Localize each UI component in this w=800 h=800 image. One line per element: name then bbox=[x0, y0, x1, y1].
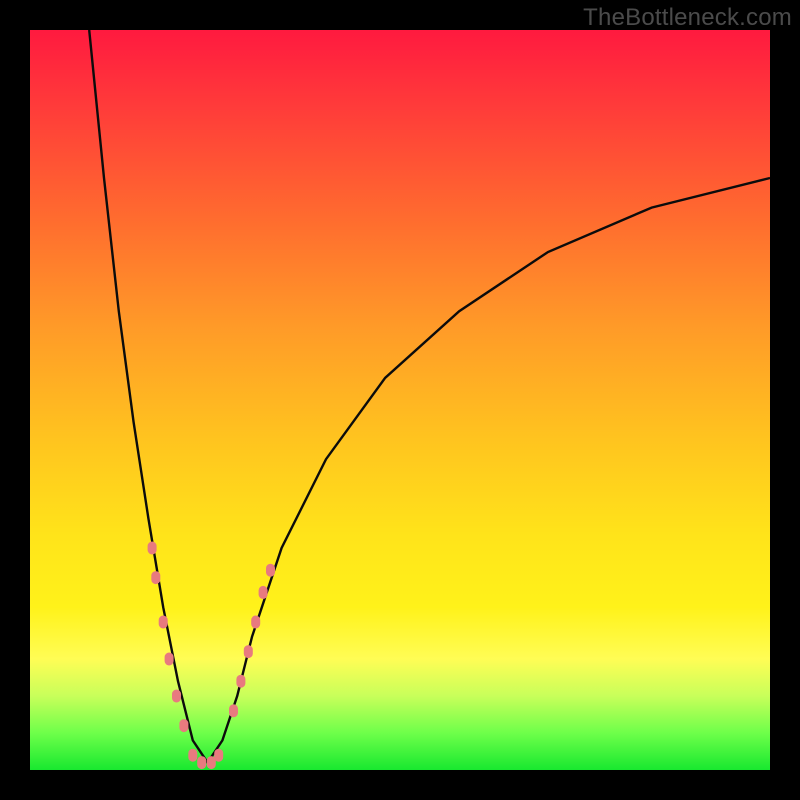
marker-point bbox=[229, 704, 238, 717]
watermark-text: TheBottleneck.com bbox=[583, 4, 792, 32]
marker-point bbox=[214, 749, 223, 762]
chart-svg bbox=[30, 30, 770, 770]
marker-point bbox=[244, 645, 253, 658]
marker-point bbox=[159, 616, 168, 629]
marker-point bbox=[251, 616, 260, 629]
marker-point bbox=[197, 756, 206, 769]
marker-point bbox=[179, 719, 188, 732]
plot-area bbox=[30, 30, 770, 770]
bottleneck-curve-path bbox=[89, 30, 770, 763]
marker-point bbox=[236, 675, 245, 688]
chart-frame: TheBottleneck.com bbox=[0, 0, 800, 800]
marker-point bbox=[148, 542, 157, 555]
marker-point bbox=[151, 571, 160, 584]
marker-point bbox=[188, 749, 197, 762]
curve-layer bbox=[89, 30, 770, 763]
marker-point bbox=[172, 690, 181, 703]
marker-point bbox=[259, 586, 268, 599]
marker-point bbox=[165, 653, 174, 666]
marker-point bbox=[266, 564, 275, 577]
marker-layer bbox=[148, 542, 275, 770]
